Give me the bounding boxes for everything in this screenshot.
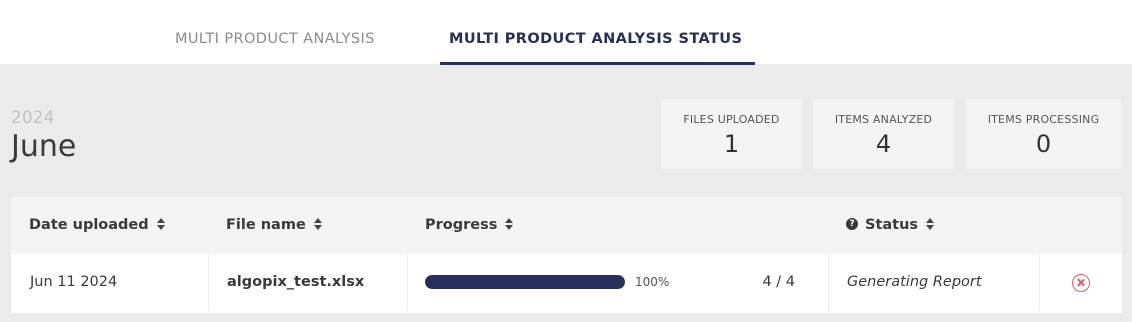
table-header: Date uploaded File name Progress ? Status: [11, 197, 1122, 254]
sort-icon: [926, 218, 935, 230]
column-header-file-name[interactable]: File name: [226, 197, 322, 254]
tab-bar: MULTI PRODUCT ANALYSIS MULTI PRODUCT ANA…: [0, 0, 1132, 65]
period-header: 2024 June: [11, 108, 76, 165]
stat-value: 1: [723, 130, 740, 158]
column-label: Status: [865, 217, 919, 233]
stat-items-processing: ITEMS PROCESSING 0: [966, 99, 1121, 169]
uploads-table: Date uploaded File name Progress ? Status…: [11, 197, 1122, 313]
column-label: Date uploaded: [29, 217, 149, 233]
stat-label: FILES UPLOADED: [683, 113, 780, 126]
column-header-status[interactable]: ? Status: [846, 197, 935, 254]
table-row: Jun 11 2024 algopix_test.xlsx 100% 4 / 4…: [11, 254, 1122, 311]
progress-bar-fill: [425, 275, 625, 289]
stat-value: 4: [875, 130, 892, 158]
help-icon[interactable]: ?: [846, 218, 858, 230]
cell-progress: 100% 4 / 4: [408, 254, 829, 311]
tab-multi-product-analysis[interactable]: MULTI PRODUCT ANALYSIS: [175, 0, 375, 64]
period-month: June: [11, 129, 77, 164]
column-header-progress[interactable]: Progress: [425, 197, 514, 254]
progress-percent: 100%: [635, 275, 670, 289]
stat-value: 0: [1035, 130, 1052, 158]
cell-actions: [1040, 254, 1122, 311]
cell-status: Generating Report: [829, 254, 1040, 311]
stat-files-uploaded: FILES UPLOADED 1: [661, 99, 802, 169]
sort-icon: [156, 218, 165, 230]
cell-file: algopix_test.xlsx: [209, 254, 408, 311]
date-uploaded-value: Jun 11 2024: [30, 274, 118, 290]
cancel-circle-icon[interactable]: [1072, 274, 1090, 292]
stat-label: ITEMS PROCESSING: [987, 113, 1100, 126]
period-year: 2024: [11, 108, 55, 128]
sort-icon: [505, 218, 514, 230]
cell-date: Jun 11 2024: [11, 254, 209, 311]
progress-count: 4 / 4: [762, 274, 795, 290]
tab-multi-product-analysis-status[interactable]: MULTI PRODUCT ANALYSIS STATUS: [440, 0, 755, 65]
column-header-date-uploaded[interactable]: Date uploaded: [29, 197, 165, 254]
column-label: Progress: [425, 217, 498, 233]
progress-bar: [425, 275, 625, 289]
sort-icon: [313, 218, 322, 230]
file-name-value[interactable]: algopix_test.xlsx: [227, 254, 364, 311]
stat-items-analyzed: ITEMS ANALYZED 4: [813, 99, 954, 169]
status-value: Generating Report: [847, 274, 982, 290]
column-label: File name: [226, 217, 306, 233]
stat-label: ITEMS ANALYZED: [834, 113, 933, 126]
